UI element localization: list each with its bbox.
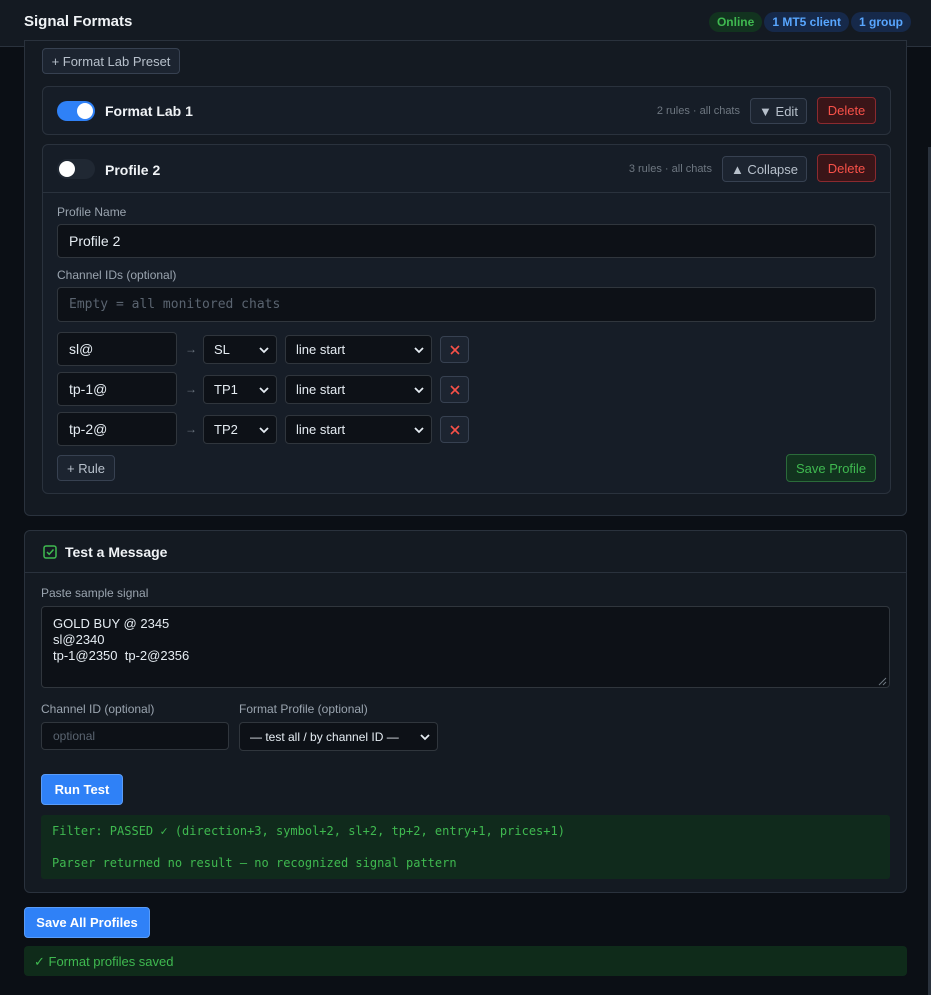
chevron-down-icon: [414, 346, 424, 353]
test-message-panel: Test a Message Paste sample signal GOLD …: [24, 530, 907, 893]
remove-rule-button[interactable]: [440, 376, 469, 403]
checkbox-check-icon: [43, 545, 57, 559]
status-badge-groups: 1 group: [851, 12, 911, 32]
remove-rule-button[interactable]: [440, 416, 469, 443]
status-badges: Online 1 MT5 client 1 group: [708, 12, 911, 32]
profile-enabled-toggle[interactable]: [57, 101, 95, 121]
chevron-down-icon: [420, 733, 430, 740]
status-badge-clients: 1 MT5 client: [764, 12, 849, 32]
status-badge-online: Online: [708, 12, 763, 32]
test-panel-title: Test a Message: [65, 544, 168, 560]
delete-profile-button[interactable]: Delete: [817, 154, 876, 182]
profile-meta: 3 rules · all chats: [628, 163, 712, 175]
save-profile-button[interactable]: Save Profile: [786, 454, 876, 482]
add-format-lab-preset-button[interactable]: + Format Lab Preset: [42, 48, 180, 74]
filter-result-line: Filter: PASSED ✓ (direction+3, symbol+2,…: [52, 824, 565, 838]
rule-token-input[interactable]: tp-1@: [57, 372, 177, 406]
remove-rule-button[interactable]: [440, 336, 469, 363]
chevron-down-icon: [259, 386, 269, 393]
profile-meta: 2 rules · all chats: [656, 105, 740, 117]
format-profile-select[interactable]: — test all / by channel ID —: [239, 722, 438, 751]
chevron-down-icon: [414, 386, 424, 393]
profile-card-profile-2: Profile 2 3 rules · all chats ▲ Collapse…: [42, 144, 891, 494]
rule-field-select[interactable]: SL: [203, 335, 277, 364]
channel-ids-placeholder: Empty = all monitored chats: [69, 297, 281, 312]
profile-name-value: Profile 2: [69, 233, 121, 249]
profile-name: Format Lab 1: [105, 103, 193, 119]
page-title: Signal Formats: [24, 13, 133, 30]
sample-signal-textarea[interactable]: GOLD BUY @ 2345 sl@2340 tp-1@2350 tp-2@2…: [41, 606, 890, 688]
rule-arrow: →: [185, 382, 197, 396]
rule-field-select[interactable]: TP2: [203, 415, 277, 444]
rule-position-select[interactable]: line start: [285, 375, 432, 404]
channel-ids-label: Channel IDs (optional): [57, 268, 177, 282]
rule-position-select[interactable]: line start: [285, 415, 432, 444]
add-rule-button[interactable]: + Rule: [57, 455, 115, 481]
profile-name: Profile 2: [105, 162, 161, 178]
saved-status-message: ✓ Format profiles saved: [24, 946, 907, 976]
profile-name-label: Profile Name: [57, 205, 127, 219]
sample-signal-label: Paste sample signal: [41, 586, 149, 600]
edit-profile-button[interactable]: ▼ Edit: [750, 98, 807, 124]
delete-profile-button[interactable]: Delete: [817, 97, 876, 124]
close-icon: [449, 384, 460, 395]
rule-arrow: →: [185, 422, 197, 436]
run-test-button[interactable]: Run Test: [41, 774, 123, 805]
collapse-profile-button[interactable]: ▲ Collapse: [722, 156, 807, 182]
parser-result-line: Parser returned no result — no recognize…: [52, 856, 457, 870]
rule-position-select[interactable]: line start: [285, 335, 432, 364]
channel-id-label: Channel ID (optional): [41, 702, 155, 716]
resize-handle-icon[interactable]: [878, 677, 887, 686]
format-profiles-panel: + Format Lab Preset Format Lab 1 2 rules…: [24, 40, 907, 516]
close-icon: [449, 344, 460, 355]
channel-id-input[interactable]: optional: [41, 722, 229, 750]
chevron-down-icon: [259, 346, 269, 353]
rule-field-select[interactable]: TP1: [203, 375, 277, 404]
rule-token-input[interactable]: tp-2@: [57, 412, 177, 446]
profile-card-format-lab-1: Format Lab 1 2 rules · all chats ▼ Edit …: [42, 86, 891, 135]
chevron-down-icon: [259, 426, 269, 433]
save-all-profiles-button[interactable]: Save All Profiles: [24, 907, 150, 938]
channel-ids-input[interactable]: Empty = all monitored chats: [57, 287, 876, 322]
rule-arrow: →: [185, 342, 197, 356]
channel-id-placeholder: optional: [53, 729, 96, 743]
profile-enabled-toggle[interactable]: [57, 159, 95, 179]
panel-divider: [25, 572, 906, 573]
profile-name-input[interactable]: Profile 2: [57, 224, 876, 258]
format-profile-label: Format Profile (optional): [239, 702, 368, 716]
rule-token-input[interactable]: sl@: [57, 332, 177, 366]
test-result-box: Filter: PASSED ✓ (direction+3, symbol+2,…: [41, 815, 890, 879]
chevron-down-icon: [414, 426, 424, 433]
close-icon: [449, 424, 460, 435]
card-divider: [43, 192, 890, 193]
